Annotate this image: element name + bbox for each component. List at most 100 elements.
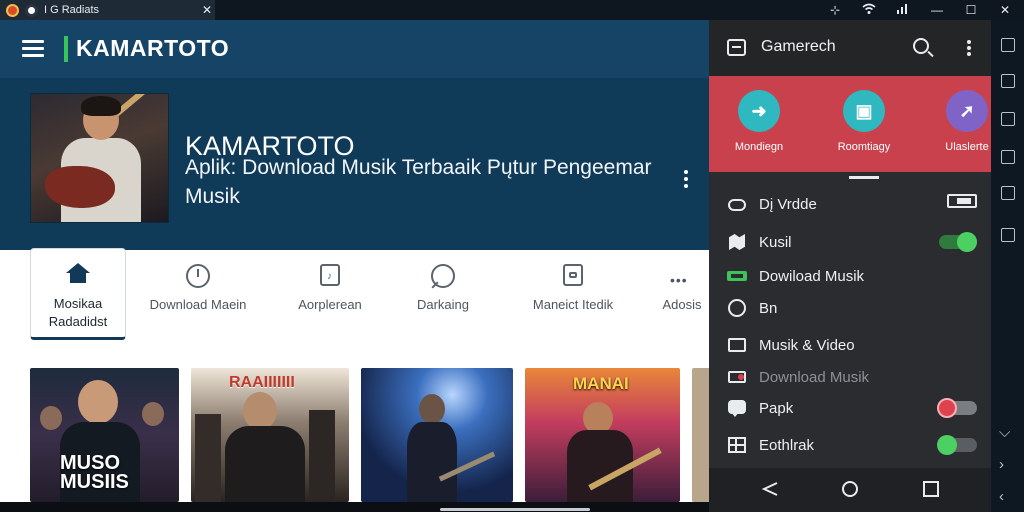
signal-icon[interactable] [894,3,912,18]
arrow-left-icon[interactable]: ‹ [999,488,1004,505]
toggle-switch[interactable] [937,398,977,418]
record-icon [727,367,749,387]
share-label: Roomtiagy [837,141,891,153]
nav-item-darkaing[interactable]: Darkaing [400,250,486,342]
share-button-mondiegn[interactable]: ➜ Mondiegn [709,90,809,153]
menu-item-bn[interactable]: Bn [727,296,977,320]
nav-label: Darkaing [416,297,470,312]
menu-item-papk[interactable]: Papk [727,396,977,420]
cassette-icon [727,266,749,286]
side-drawer: Gamerech ➜ Mondiegn ▣ Roomtiagy ➚ Ulasle… [709,20,991,512]
folder-icon [727,335,749,355]
close-window-icon[interactable]: ✕ [996,3,1014,17]
check-icon[interactable]: ⌵ [999,424,1010,441]
camera-icon[interactable] [1001,150,1015,164]
menu-label: Musik & Video [759,336,855,354]
album-card[interactable]: MUSO MUSIIS [30,368,179,502]
album-caption: RAAIIIIIII [229,374,295,391]
nav-item-adosis[interactable]: ••• Adosis [654,250,710,342]
album-card[interactable]: RAAIIIIIII [191,368,349,502]
page-indicator [849,176,879,179]
artist-photo [30,93,169,223]
maximize-icon[interactable]: ☐ [962,3,980,17]
menu-item-vrdde[interactable]: Dį Vrdde [727,192,977,216]
menu-item-eothlrak[interactable]: Eothlrak [727,433,977,457]
drawer-title: Gamerech [761,38,836,55]
share-label: Mondiegn [734,141,784,153]
album-caption: MUSO MUSIIS [60,452,129,493]
trend-icon: ➚ [946,90,988,132]
clock-icon [186,264,210,288]
menu-item-download-musik-2[interactable]: Download Musik [727,365,977,389]
nav-item-download[interactable]: Download Maein [140,250,256,342]
note-icon: ♪ [318,264,342,288]
nav-label: Aorplerean [298,297,362,312]
wifi-icon[interactable] [860,3,878,18]
rotate-icon[interactable] [1001,186,1015,200]
more-vert-icon[interactable] [967,40,971,58]
app-bar: KAMARTOTO [0,20,710,78]
tab-close-icon[interactable]: ✕ [199,3,215,17]
emulator-sidebar: ⌵ › ‹ [991,20,1024,512]
pin-icon[interactable]: ⊹ [826,3,844,17]
brand-title: KAMARTOTO [76,35,230,61]
recents-icon[interactable] [923,481,939,502]
screenshot-icon[interactable] [1001,38,1015,52]
nav-item-home[interactable]: Mosikaa Radadidst [30,248,126,340]
chat-icon [727,398,749,418]
location-icon[interactable] [1001,228,1015,242]
hero-subtitle: Aplik: Download Musik Terbaaik Pųtur Pen… [185,156,652,208]
nav-item-aorplerean[interactable]: ♪ Aorplerean [282,250,378,342]
album-card[interactable] [361,368,513,502]
lock-icon [561,264,585,288]
album-card[interactable]: MANAI [525,368,680,502]
menu-label: Bn [759,299,778,317]
share-button-roomtiagy[interactable]: ▣ Roomtiagy [814,90,914,153]
search-icon[interactable] [913,38,929,54]
chat-icon: ▣ [843,90,885,132]
hero-more-icon[interactable] [684,170,688,191]
share-panel: ➜ Mondiegn ▣ Roomtiagy ➚ Ulaslerte [709,76,991,172]
arrow-right-icon[interactable]: › [999,456,1004,473]
grid-icon [727,435,749,455]
nav-label: Adosis [662,297,702,312]
category-nav: Mosikaa Radadidst Download Maein ♪ Aorpl… [0,248,710,368]
menu-item-kusil[interactable]: Kusil [727,230,977,254]
menu-label: Papk [759,399,794,417]
home-indicator [440,508,590,511]
minimize-icon[interactable]: — [928,3,946,17]
hamburger-menu-icon[interactable] [22,40,44,57]
circle-icon [727,298,749,318]
menu-label: Eothlrak [759,436,815,454]
nav-label: Mosikaa Radadidst [48,296,108,329]
system-tray: ⊹ — ☐ ✕ [826,0,1014,20]
menu-item-download-musik[interactable]: Dowiload Musik [727,264,977,288]
copy-icon[interactable] [1001,74,1015,88]
search-icon [431,264,455,289]
more-icon: ••• [670,272,688,288]
album-card[interactable] [692,368,710,502]
hero-banner: KAMARTOTO Aplik: Download Musik Terbaaik… [0,78,710,250]
arrow-icon: ➜ [738,90,780,132]
app-favicon-icon [6,3,19,17]
cloud-icon [727,194,749,214]
tab-title: I G Radiats [44,4,100,16]
nav-label: Download Maein [149,297,247,312]
menu-label: Dį Vrdde [759,195,817,213]
toggle-switch[interactable] [937,435,977,455]
menu-label: Kusil [759,233,792,251]
drawer-header: Gamerech [709,20,991,76]
record-favicon-icon [25,3,38,17]
screen: I G Radiats ✕ ⊹ — ☐ ✕ KAMARTOTO KAMARTOT… [0,0,1024,512]
brand-accent-bar [64,36,68,62]
back-icon[interactable] [761,481,779,502]
drawer-toggle-icon[interactable] [727,39,746,56]
volume-icon[interactable] [1001,112,1015,126]
home-icon[interactable] [841,480,859,503]
toggle-switch[interactable] [939,232,977,252]
android-nav-bar [709,468,991,512]
window-title-bar: I G Radiats ✕ ⊹ — ☐ ✕ [0,0,1024,20]
browser-tab[interactable]: I G Radiats ✕ [0,0,215,20]
nav-item-maneict[interactable]: Maneict Itedik [520,250,626,342]
menu-item-musik-video[interactable]: Musik & Video [727,333,977,357]
